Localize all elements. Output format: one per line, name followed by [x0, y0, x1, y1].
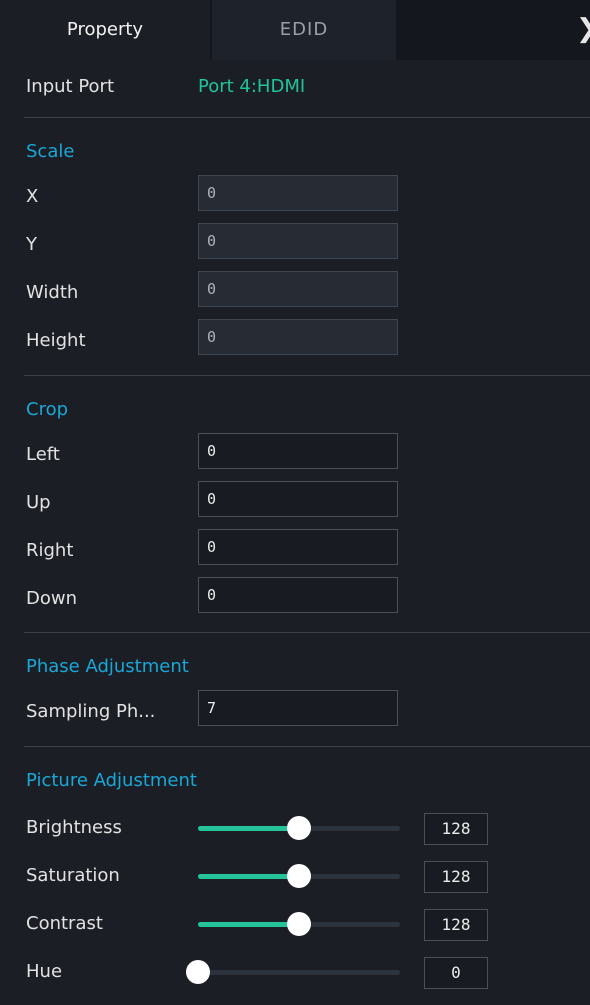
- brightness-label: Brightness: [26, 817, 122, 838]
- scale-x-field[interactable]: 0: [198, 175, 398, 211]
- hue-label: Hue: [26, 961, 63, 982]
- scale-y-label: Y: [26, 234, 37, 255]
- crop-right-field[interactable]: 0: [198, 529, 398, 565]
- tab-edid[interactable]: EDID: [212, 0, 396, 60]
- slider-handle[interactable]: [287, 912, 311, 936]
- crop-down-label: Down: [26, 588, 78, 609]
- scale-section-title: Scale: [26, 141, 75, 162]
- crop-left-field[interactable]: 0: [198, 433, 398, 469]
- crop-left-label: Left: [26, 444, 60, 465]
- brightness-value-field[interactable]: 128: [424, 813, 488, 845]
- slider-fill: [198, 922, 299, 927]
- sampling-phase-field[interactable]: 7: [198, 690, 398, 726]
- scale-height-field[interactable]: 0: [198, 319, 398, 355]
- hue-value-field[interactable]: 0: [424, 957, 488, 989]
- divider: [24, 375, 590, 376]
- hue-slider[interactable]: [186, 960, 400, 984]
- scale-y-field[interactable]: 0: [198, 223, 398, 259]
- scale-x-label: X: [26, 186, 39, 207]
- saturation-value-field[interactable]: 128: [424, 861, 488, 893]
- divider: [24, 746, 590, 747]
- contrast-value-field[interactable]: 128: [424, 909, 488, 941]
- slider-handle[interactable]: [287, 864, 311, 888]
- scale-height-label: Height: [26, 330, 86, 351]
- scale-width-label: Width: [26, 282, 79, 303]
- divider: [24, 632, 590, 633]
- tab-property[interactable]: Property: [0, 0, 210, 60]
- slider-fill: [198, 874, 299, 879]
- phase-section-title: Phase Adjustment: [26, 656, 189, 677]
- saturation-slider[interactable]: [198, 864, 400, 888]
- contrast-label: Contrast: [26, 913, 103, 934]
- scale-width-field[interactable]: 0: [198, 271, 398, 307]
- crop-down-field[interactable]: 0: [198, 577, 398, 613]
- crop-section-title: Crop: [26, 399, 69, 420]
- crop-right-label: Right: [26, 540, 74, 561]
- crop-up-label: Up: [26, 492, 51, 513]
- slider-handle[interactable]: [186, 960, 210, 984]
- brightness-slider[interactable]: [198, 816, 400, 840]
- slider-track: [198, 970, 400, 975]
- slider-handle[interactable]: [287, 816, 311, 840]
- slider-fill: [198, 826, 299, 831]
- contrast-slider[interactable]: [198, 912, 400, 936]
- saturation-label: Saturation: [26, 865, 120, 886]
- sampling-phase-label: Sampling Ph...: [26, 701, 156, 722]
- input-port-label: Input Port: [26, 76, 115, 97]
- picture-section-title: Picture Adjustment: [26, 770, 197, 791]
- divider: [24, 117, 590, 118]
- input-port-value: Port 4:HDMI: [198, 76, 306, 97]
- crop-up-field[interactable]: 0: [198, 481, 398, 517]
- chevron-right-icon[interactable]: ❯: [576, 0, 590, 60]
